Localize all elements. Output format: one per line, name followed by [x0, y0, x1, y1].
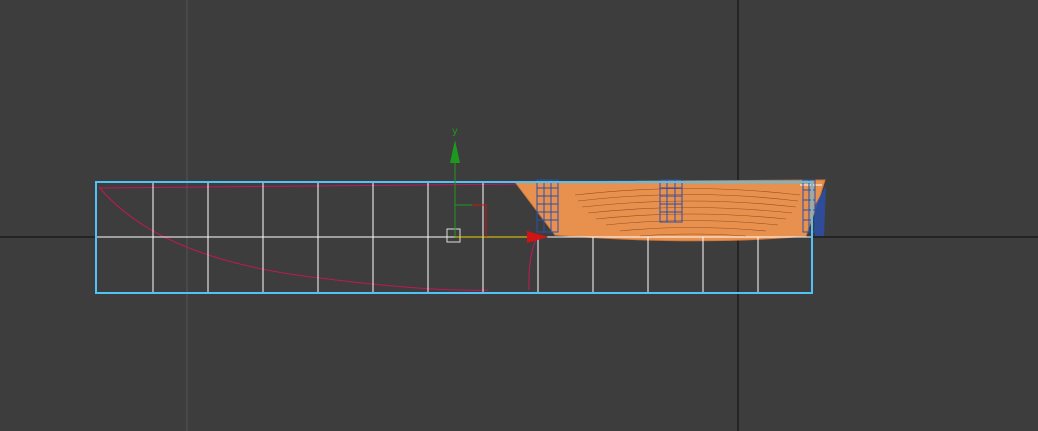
hull-profile-curve[interactable] — [98, 186, 489, 291]
stern-curve[interactable] — [528, 236, 538, 291]
hull-mesh[interactable] — [514, 179, 826, 242]
viewport-scene[interactable]: y — [0, 0, 1038, 431]
gizmo-y-label: y — [452, 126, 458, 137]
pivot-square-icon[interactable] — [446, 228, 461, 243]
deck-line-curve[interactable] — [98, 183, 526, 189]
viewport-front[interactable]: y — [0, 0, 1038, 431]
gizmo-y-arrow[interactable] — [450, 140, 460, 163]
